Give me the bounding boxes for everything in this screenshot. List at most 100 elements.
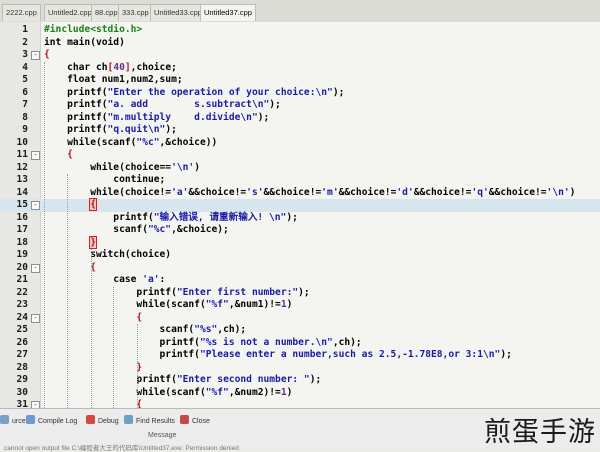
code-line[interactable]: 31- { [0,399,600,408]
line-number: 9 [22,124,28,135]
code-line[interactable]: 21 case 'a': [0,274,600,287]
code-token: 'q' [471,186,489,198]
code-token: while(choice!= [44,186,172,198]
code-line[interactable]: 22 printf("Enter first number:"); [0,287,600,300]
close-icon [180,415,189,424]
code-token: while(scanf( [44,299,206,310]
code-line[interactable]: 14 while(choice!='a'&&choice!='s'&&choic… [0,187,600,200]
code-token: "%s is not a number.\n" [199,336,333,348]
code-line[interactable]: 25 scanf("%s",ch); [0,324,600,337]
code-text: float num1,num2,sum; [44,74,183,87]
code-line[interactable]: 30 while(scanf("%f",&num2)!=1) [0,387,600,400]
code-token: "输入错误, 请重新输入! \n" [153,211,287,223]
code-text: while(scanf("%f",&num1)!=1) [44,299,292,312]
fold-toggle-icon[interactable]: - [31,263,40,273]
code-token: &&choice!= [413,186,472,198]
fold-toggle-icon[interactable]: - [31,51,40,60]
tab-88-cpp[interactable]: 88.cpp [91,4,122,21]
bottom-tab-label: Debug [98,418,119,425]
bottom-tab-debug[interactable]: Debug [86,415,119,429]
bottom-tab-label: Close [192,418,210,425]
code-token: ,ch); [217,324,247,335]
code-line[interactable]: 1 #include<stdio.h> [0,24,600,37]
code-line[interactable]: 28 } [0,362,600,375]
code-text: printf("q.quit\n"); [44,124,177,137]
tab-untitled2-cpp[interactable]: Untitled2.cpp [44,4,96,21]
bottom-tab-label: Compile Log [38,418,78,425]
bottom-tab-find-results[interactable]: Find Results [124,415,175,429]
code-token: ); [269,99,281,110]
code-token: ); [165,124,177,135]
code-line[interactable]: 2 int main(void) [0,37,600,50]
code-line[interactable]: 12 while(choice=='\n') [0,162,600,175]
code-line[interactable]: 29 printf("Enter second number: "); [0,374,600,387]
message-row[interactable]: cannot open output file C:\编程者大王的代码库\Unt… [4,442,239,452]
code-line[interactable]: 17 scanf("%c",&choice); [0,224,600,237]
code-token: '\n' [171,161,195,173]
code-token: while(choice== [44,161,172,173]
fold-toggle-icon[interactable]: - [31,151,40,160]
fold-toggle-icon[interactable]: - [31,313,40,323]
line-number: 25 [16,324,28,335]
line-number: 1 [22,24,28,35]
code-text: case 'a': [44,274,165,287]
code-token: 'a' [171,186,189,198]
code-line[interactable]: 3-{ [0,49,600,62]
code-token: printf( [44,124,108,135]
tab-333-cpp[interactable]: 333.cpp [118,4,153,21]
indent-guide [44,61,45,408]
code-line[interactable]: 20- { [0,262,600,275]
code-line[interactable]: 16 printf("输入错误, 请重新输入! \n"); [0,212,600,225]
code-token: continue; [44,174,166,185]
code-line[interactable]: 11- { [0,149,600,162]
code-token: #include<stdio.h> [44,24,143,35]
line-number: 14 [16,186,28,198]
code-text: scanf("%c",&choice); [44,224,229,237]
code-line[interactable]: 7 printf("a. add s.subtract\n"); [0,99,600,112]
code-token: { [44,49,50,60]
fold-toggle-icon[interactable]: - [31,201,40,210]
bottom-tab-compile-log[interactable]: Compile Log [26,415,77,429]
code-line[interactable]: 6 printf("Enter the operation of your ch… [0,87,600,100]
code-line[interactable]: 8 printf("m.multiply d.divide\n"); [0,112,600,125]
code-line[interactable]: 5 float num1,num2,sum; [0,74,600,87]
code-text: printf("Enter the operation of your choi… [44,87,344,100]
indent-guide [67,174,68,408]
code-token: } [44,361,143,373]
code-line[interactable]: 9 printf("q.quit\n"); [0,124,600,137]
fold-toggle-icon[interactable]: - [31,401,40,408]
code-token: "Enter first number:" [176,286,299,298]
code-line[interactable]: 18 } [0,235,600,250]
code-token: ); [500,349,512,360]
line-number: 29 [16,374,28,385]
line-number: 11 [16,149,28,160]
code-text: while(scanf("%f",&num2)!=1) [44,387,292,400]
code-line[interactable]: 26 printf("%s is not a number.\n",ch); [0,337,600,350]
code-token: "Please enter a number,such as 2.5,-1.78… [199,349,501,360]
code-line[interactable]: 13 continue; [0,174,600,187]
tab-2222-cpp[interactable]: 2222.cpp [2,4,41,21]
code-line[interactable]: 19 switch(choice) [0,249,600,262]
code-line[interactable]: 15- { [0,198,600,212]
code-text: { [44,49,50,62]
code-token: { [89,198,97,211]
code-line[interactable]: 27 printf("Please enter a number,such as… [0,349,600,362]
line-number: 4 [22,61,28,73]
code-line[interactable]: 10 while(scanf("%c",&choice)) [0,137,600,150]
find-results-icon [124,415,133,424]
code-editor[interactable]: 1 #include<stdio.h> 2 int main(void) 3-{4 ch… [0,22,600,408]
code-token: 40 [113,61,125,73]
line-number: 20 [16,261,28,273]
tab-untitled33-cpp[interactable]: Untitled33.cpp [150,4,206,21]
bottom-tab-urces[interactable]: urces [0,415,29,429]
line-number: 21 [16,274,28,285]
tab-untitled37-cpp[interactable]: Untitled37.cpp [200,4,256,21]
code-text: { [44,198,97,212]
line-number: 19 [16,249,28,260]
code-line[interactable]: 23 while(scanf("%f",&num1)!=1) [0,299,600,312]
code-line[interactable]: 4 char ch[40],choice; [0,62,600,75]
line-number: 3 [22,49,28,60]
bottom-tab-close[interactable]: Close [180,415,210,429]
code-line[interactable]: 24- { [0,312,600,325]
code-token: '\n' [546,186,570,198]
